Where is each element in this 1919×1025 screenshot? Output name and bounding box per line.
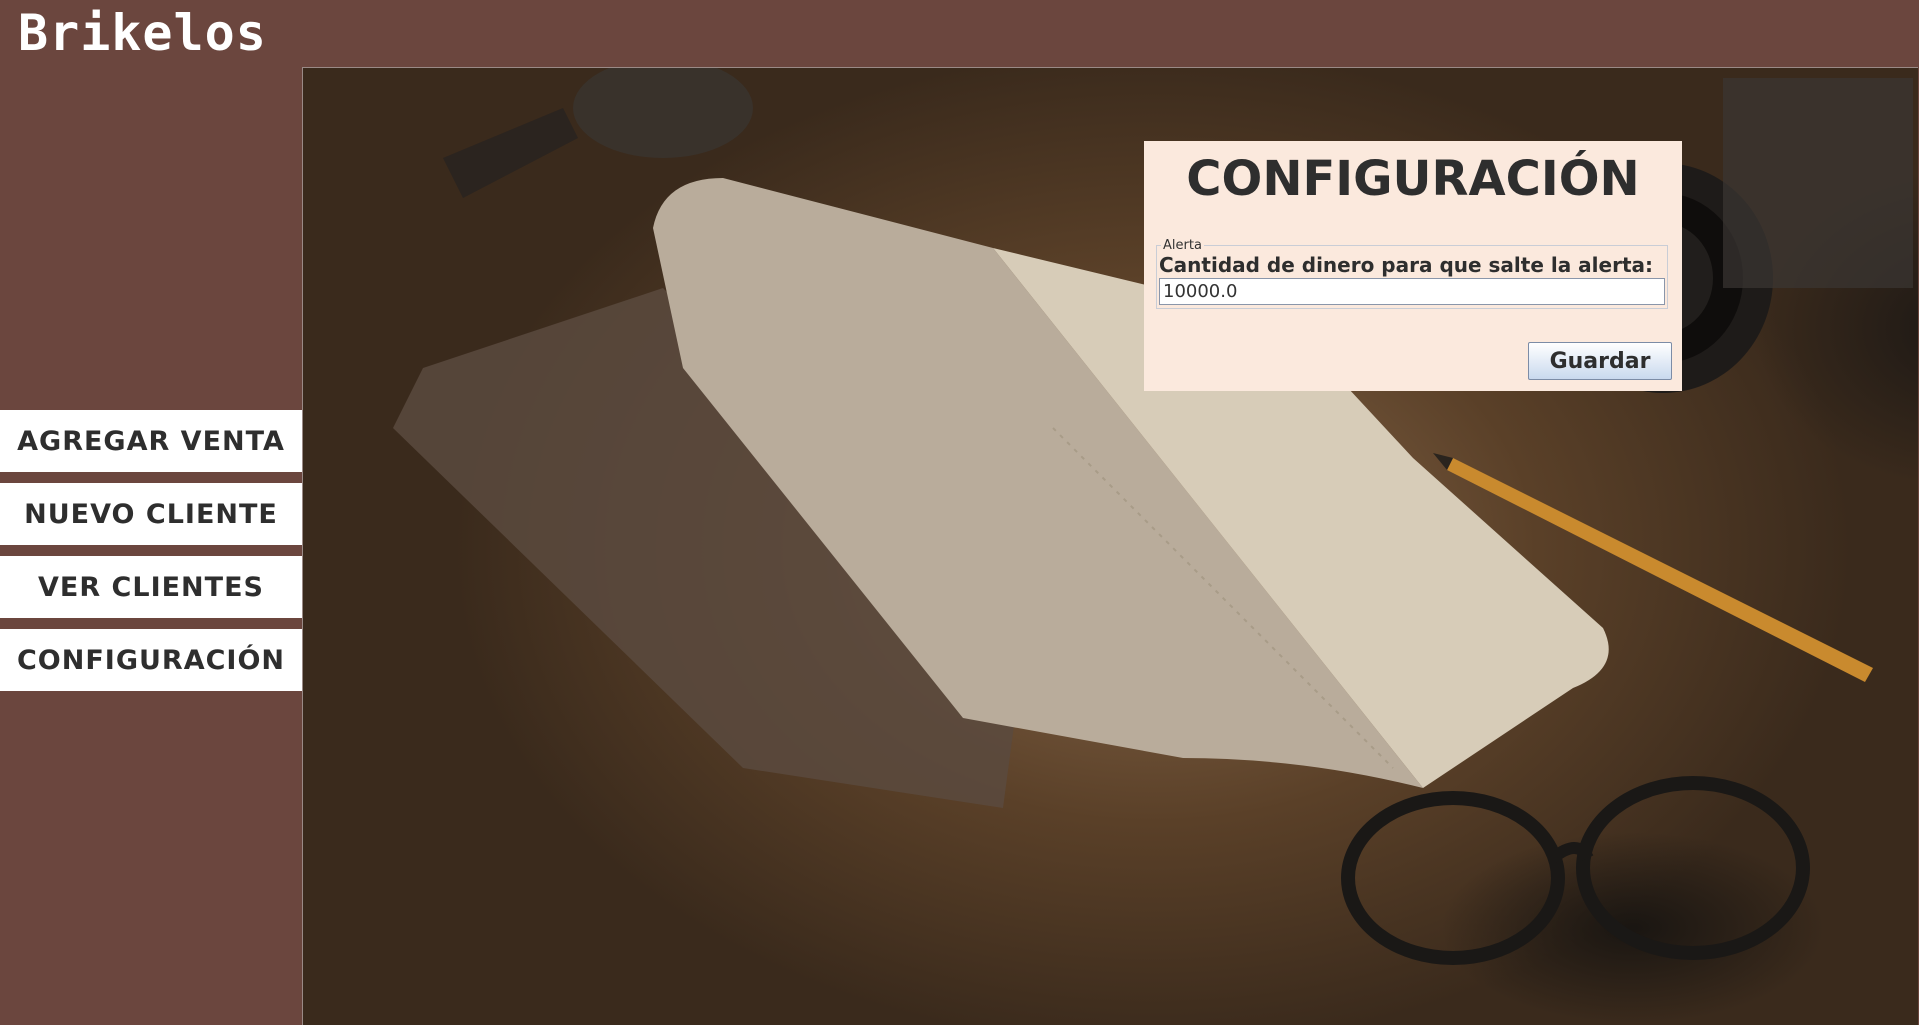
alert-amount-input[interactable] (1159, 278, 1665, 305)
alert-group: Alerta Cantidad de dinero para que salte… (1156, 238, 1668, 309)
sidebar: AGREGAR VENTA NUEVO CLIENTE VER CLIENTES… (0, 410, 302, 702)
main-content: CONFIGURACIÓN Alerta Cantidad de dinero … (302, 67, 1918, 1025)
alert-amount-label: Cantidad de dinero para que salte la ale… (1159, 253, 1654, 277)
app-window: Brikelos AGREGAR VENTA NUEVO CLIENTE VER… (0, 0, 1919, 1025)
nav-nuevo-cliente-button[interactable]: NUEVO CLIENTE (0, 483, 302, 545)
alert-group-legend: Alerta (1161, 238, 1204, 253)
app-title: Brikelos (18, 4, 267, 62)
configuration-panel: CONFIGURACIÓN Alerta Cantidad de dinero … (1144, 141, 1682, 391)
save-button[interactable]: Guardar (1528, 342, 1672, 380)
nav-agregar-venta-button[interactable]: AGREGAR VENTA (0, 410, 302, 472)
page-title: CONFIGURACIÓN (1186, 151, 1640, 207)
nav-configuracion-button[interactable]: CONFIGURACIÓN (0, 629, 302, 691)
nav-ver-clientes-button[interactable]: VER CLIENTES (0, 556, 302, 618)
